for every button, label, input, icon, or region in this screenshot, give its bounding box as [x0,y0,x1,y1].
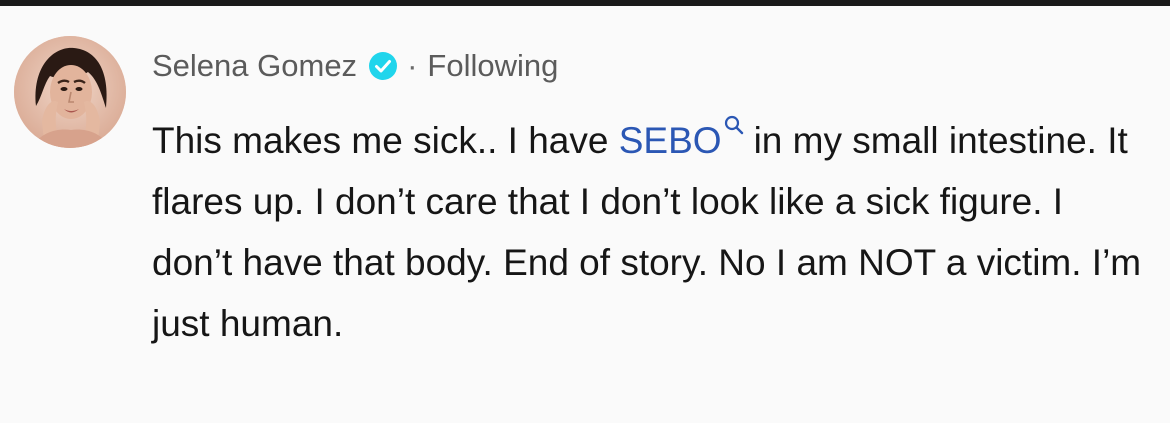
comment-text-start: This makes me sick.. I have [152,120,619,161]
profile-photo [14,36,126,148]
comment-text: This makes me sick.. I have SEBO in my sm… [152,110,1142,354]
header-separator: · [407,48,418,83]
author-name[interactable]: Selena Gomez [152,48,357,84]
avatar[interactable] [14,36,126,148]
following-status[interactable]: Following [427,48,558,84]
search-icon[interactable] [724,115,744,137]
sebo-search-link[interactable]: SEBO [619,120,722,161]
verified-badge-icon [369,52,398,80]
comment-header: Selena Gomez · Following [152,40,558,92]
comment-card: Selena Gomez · Following This makes me s… [0,6,1170,423]
